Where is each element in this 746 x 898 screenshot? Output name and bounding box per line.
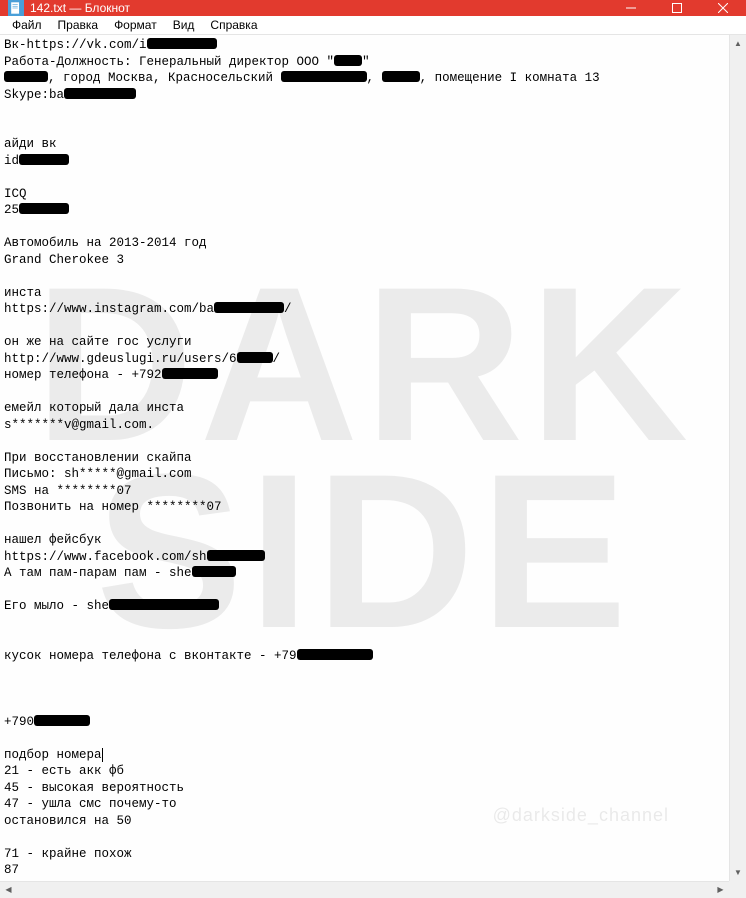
text-line: ICQ [4,187,27,201]
text-line: 21 - есть акк фб [4,764,124,778]
redacted [19,154,69,165]
redacted [207,550,265,561]
redacted [281,71,367,82]
menu-format[interactable]: Формат [106,16,165,34]
text-line: / [284,302,292,316]
redacted [162,368,218,379]
redacted [382,71,420,82]
text-line: / [273,352,281,366]
redacted [34,715,90,726]
menu-file[interactable]: Файл [4,16,50,34]
scroll-down-button[interactable]: ▼ [730,864,746,881]
text-line: номер телефона - +792 [4,368,162,382]
text-line: https://www.instagram.com/ba [4,302,214,316]
text-line: 87 [4,863,19,877]
scroll-track-h[interactable] [17,882,712,898]
text-line: s*******v@gmail.com. [4,418,154,432]
scroll-right-button[interactable]: ▶ [712,882,729,898]
text-line: Вк-https://vk.com/i [4,38,147,52]
text-line: Skype:ba [4,88,64,102]
menu-help[interactable]: Справка [202,16,265,34]
text-line: кусок номера телефона с вконтакте - +79 [4,649,297,663]
notepad-icon [8,0,24,16]
scroll-corner [729,881,746,898]
text-line: Письмо: sh*****@gmail.com [4,467,192,481]
text-line: При восстановлении скайпа [4,451,192,465]
text-line: http://www.gdeuslugi.ru/users/6 [4,352,237,366]
text-line: 71 - крайне похож [4,847,132,861]
titlebar: 142.txt — Блокнот [0,0,746,16]
text-line: " [362,55,370,69]
text-cursor [102,748,103,762]
text-line: 45 - высокая вероятность [4,781,184,795]
window-controls [608,0,746,16]
text-line: инста [4,286,42,300]
redacted [334,55,362,66]
bottom-scroll-row: ◀ ▶ [0,881,746,898]
redacted [192,566,236,577]
scroll-left-button[interactable]: ◀ [0,882,17,898]
menubar: Файл Правка Формат Вид Справка [0,16,746,35]
horizontal-scrollbar[interactable]: ◀ ▶ [0,881,729,898]
text-line: нашел фейсбук [4,533,102,547]
text-line: SMS на ********07 [4,484,132,498]
vertical-scrollbar[interactable]: ▲ ▼ [729,35,746,881]
window-title: 142.txt — Блокнот [30,1,608,15]
text-line: Позвонить на номер ********07 [4,500,222,514]
redacted [297,649,373,660]
text-line: емейл который дала инста [4,401,184,415]
text-line: Работа-Должность: Генеральный директор О… [4,55,334,69]
text-line: он же на сайте гос услуги [4,335,192,349]
redacted [4,71,48,82]
text-line: айди вк [4,137,57,151]
text-editor[interactable]: DARK SIDE @darkside_channel Вк-https://v… [0,35,729,881]
minimize-button[interactable] [608,0,654,16]
redacted [237,352,273,363]
redacted [64,88,136,99]
redacted [109,599,219,610]
text-line: А там пам-парам пам - she [4,566,192,580]
close-button[interactable] [700,0,746,16]
text-line: , город Москва, Красносельский [48,71,281,85]
text-line: 47 - ушла смс почему-то [4,797,177,811]
text-line: +790 [4,715,34,729]
text-line: подбор номера [4,748,102,762]
content-area: DARK SIDE @darkside_channel Вк-https://v… [0,35,746,881]
menu-edit[interactable]: Правка [50,16,107,34]
text-line: Автомобиль на 2013-2014 год [4,236,207,250]
text-line: 25 [4,203,19,217]
text-content[interactable]: Вк-https://vk.com/i Работа-Должность: Ге… [0,35,729,881]
redacted [19,203,69,214]
maximize-button[interactable] [654,0,700,16]
text-line: https://www.facebook.com/sh [4,550,207,564]
scroll-up-button[interactable]: ▲ [730,35,746,52]
text-line: , [367,71,382,85]
text-line: , помещение I комната 13 [420,71,600,85]
text-line: Его мыло - she [4,599,109,613]
text-line: id [4,154,19,168]
menu-view[interactable]: Вид [165,16,203,34]
redacted [147,38,217,49]
redacted [214,302,284,313]
text-line: остановился на 50 [4,814,132,828]
scroll-track[interactable] [730,52,746,864]
text-line: Grand Cherokee 3 [4,253,124,267]
